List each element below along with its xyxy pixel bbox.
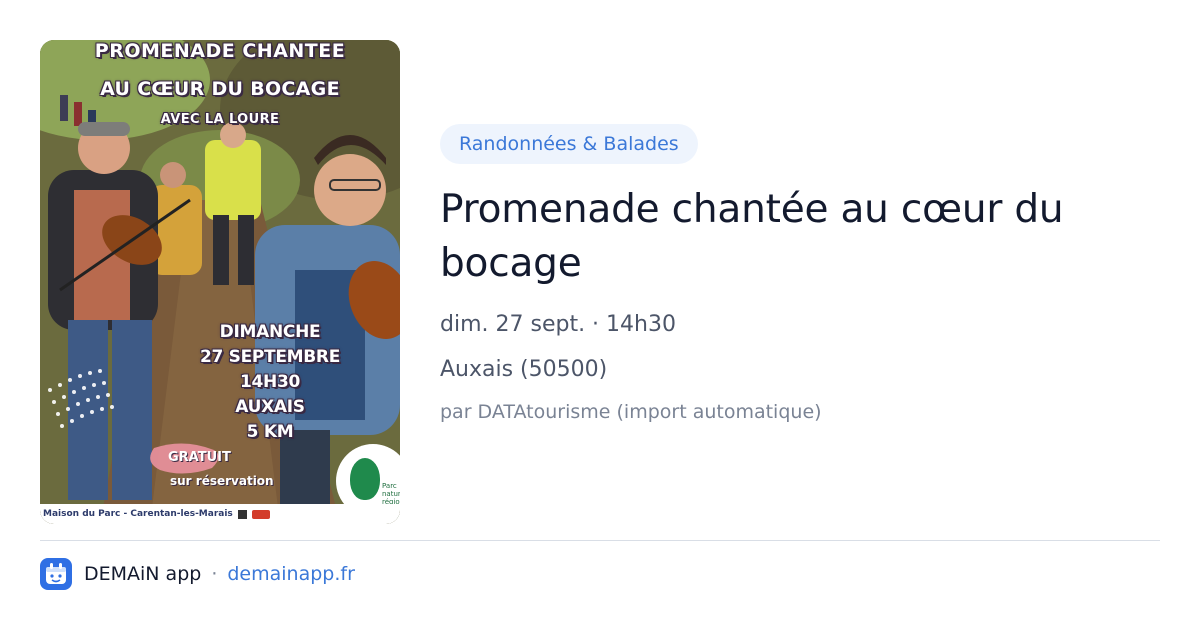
event-date: dim. 27 sept. · 14h30 xyxy=(440,312,676,337)
event-location: Auxais (50500) xyxy=(440,357,608,382)
poster-subtitle: AVEC LA LOURE xyxy=(160,112,280,127)
footer-separator: · xyxy=(211,563,218,585)
poster-title-line1: PROMENADE CHANTEE xyxy=(94,40,346,62)
event-title[interactable]: Promenade chantée au cœur du bocage xyxy=(440,183,1160,291)
poster-footer: Maison du Parc - Carentan-les-Marais xyxy=(40,504,400,524)
poster-info-date: 27 SEPTEMBRE xyxy=(199,347,341,367)
poster-free-label: GRATUIT xyxy=(168,450,231,465)
category-tag[interactable]: Randonnées & Balades xyxy=(440,124,698,164)
poster-title-line2: AU CŒUR DU BOCAGE xyxy=(100,78,340,100)
poster-info-time: 14H30 xyxy=(239,372,301,392)
event-poster-image[interactable]: PROMENADE CHANTEE AU CŒUR DU BOCAGE AVEC… xyxy=(40,40,400,524)
divider xyxy=(40,540,1160,541)
app-name: DEMAiN app xyxy=(84,563,202,585)
domain-link[interactable]: demainapp.fr xyxy=(227,563,355,585)
poster-info-day: DIMANCHE xyxy=(219,322,321,342)
poster-reservation-label: sur réservation xyxy=(170,474,274,488)
demain-app-icon[interactable] xyxy=(40,558,72,590)
poster-event-info: DIMANCHE 27 SEPTEMBRE 14H30 AUXAIS 5 KM xyxy=(170,320,370,445)
event-source: par DATAtourisme (import automatique) xyxy=(440,401,822,423)
poster-info-place: AUXAIS xyxy=(235,397,305,417)
poster-free-badge: GRATUIT sur réservation xyxy=(144,440,294,504)
park-emblem-icon xyxy=(350,458,380,500)
site-footer: DEMAiN app · demainapp.fr xyxy=(40,558,355,590)
poster-footer-text: Maison du Parc - Carentan-les-Marais xyxy=(43,509,233,519)
facebook-icon xyxy=(237,509,247,519)
partner-logo-icon xyxy=(251,509,270,519)
link-preview-card[interactable]: PROMENADE CHANTEE AU CŒUR DU BOCAGE AVEC… xyxy=(0,0,1200,630)
